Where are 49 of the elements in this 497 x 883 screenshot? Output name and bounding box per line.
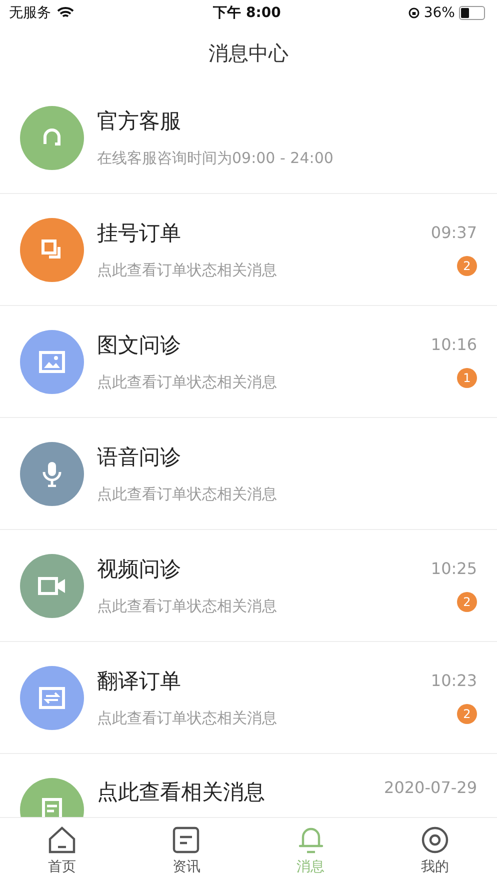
microphone-icon — [42, 460, 62, 486]
unread-badge: 1 — [457, 368, 477, 388]
unread-badge: 2 — [457, 256, 477, 276]
image-icon — [39, 350, 65, 372]
message-preview: 点此查看订单状态相关消息 — [97, 373, 278, 392]
wifi-icon — [57, 6, 74, 18]
message-row[interactable]: 挂号订单 点此查看订单状态相关消息 09:37 2 — [0, 194, 497, 306]
message-row[interactable]: 翻译订单 点此查看订单状态相关消息 10:23 2 — [0, 642, 497, 754]
tab-item[interactable]: 资讯 — [124, 818, 248, 883]
bell-icon — [296, 826, 325, 854]
battery-percent: 36% — [424, 4, 455, 20]
message-time: 10:23 — [430, 671, 477, 690]
message-time: 10:16 — [430, 335, 477, 354]
tab-item[interactable]: 首页 — [0, 818, 124, 883]
message-row[interactable]: 图文问诊 点此查看订单状态相关消息 10:16 1 — [0, 306, 497, 418]
document-icon — [42, 798, 62, 817]
message-preview: 点此查看订单状态相关消息 — [97, 485, 278, 504]
message-time: 2020-07-29 — [384, 778, 477, 797]
carrier-label: 无服务 — [9, 4, 51, 22]
page-title: 消息中心 — [208, 40, 288, 67]
clock: 下午 8:00 — [213, 4, 281, 22]
message-time: 09:37 — [430, 223, 477, 242]
message-row[interactable]: 语音问诊 点此查看订单状态相关消息 — [0, 418, 497, 530]
rotation-lock-icon — [408, 6, 420, 18]
message-title: 挂号订单 — [97, 220, 182, 247]
battery-icon — [458, 6, 485, 20]
message-time: 10:25 — [430, 559, 477, 578]
unread-badge: 2 — [457, 704, 477, 724]
message-title: 翻译订单 — [97, 668, 182, 695]
message-title: 官方客服 — [97, 108, 182, 135]
message-row[interactable]: 官方客服 在线客服咨询时间为09:00 - 24:00 — [0, 82, 497, 194]
profile-icon — [420, 826, 449, 854]
message-preview: 在线客服咨询时间为09:00 - 24:00 — [97, 149, 334, 168]
home-icon — [48, 826, 76, 854]
copy-icon — [41, 238, 63, 260]
message-row[interactable]: 点此查看相关消息 2020-07-29 — [0, 754, 497, 817]
message-title: 视频问诊 — [97, 556, 182, 583]
transfer-icon — [39, 686, 65, 708]
message-title: 点此查看相关消息 — [97, 779, 266, 806]
message-preview: 点此查看订单状态相关消息 — [97, 261, 278, 280]
message-row[interactable]: 视频问诊 点此查看订单状态相关消息 10:25 2 — [0, 530, 497, 642]
message-title: 语音问诊 — [97, 444, 182, 471]
video-camera-icon — [38, 576, 66, 596]
message-title: 图文问诊 — [97, 332, 182, 359]
message-preview: 点此查看订单状态相关消息 — [97, 597, 278, 616]
news-icon — [172, 826, 200, 854]
tab-item[interactable]: 我的 — [372, 818, 497, 883]
message-preview: 点此查看订单状态相关消息 — [97, 709, 278, 728]
unread-badge: 2 — [457, 592, 477, 612]
